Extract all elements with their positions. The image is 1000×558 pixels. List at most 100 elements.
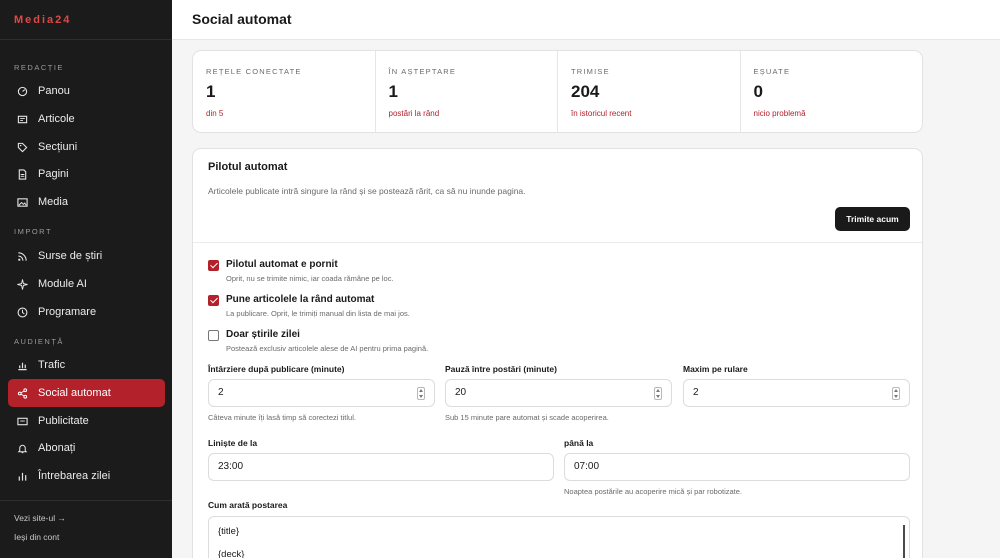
poll-icon	[17, 471, 28, 482]
stat-sub: din 5	[206, 109, 224, 118]
clock-icon	[17, 307, 28, 318]
topbar: Social automat	[172, 0, 1000, 40]
stat-value: 1	[206, 82, 216, 101]
send-now-button[interactable]: Trimite acum	[835, 207, 910, 231]
sidebar-item-social-automat[interactable]: Social automat	[8, 379, 165, 407]
max-per-run-label: Maxim pe rulare	[683, 364, 748, 374]
max-per-run-stepper[interactable]	[892, 387, 900, 400]
stats-card: REȚELE CONECTATE 1 din 5 ÎN AȘTEPTARE 1 …	[192, 50, 923, 133]
article-icon	[17, 114, 28, 125]
stat-connected-networks: REȚELE CONECTATE 1 din 5	[193, 51, 376, 132]
pause-label: Pauză între postări (minute)	[445, 364, 557, 374]
sidebar-item-label: Programare	[38, 306, 97, 318]
share-icon	[17, 387, 28, 399]
section-label-import: IMPORT	[14, 227, 53, 236]
quiet-to-label: până la	[564, 438, 594, 448]
max-per-run-input[interactable]: 2	[683, 379, 910, 407]
logout-link[interactable]: Ieși din cont	[14, 532, 59, 542]
tag-icon	[17, 142, 28, 153]
template-line-deck: {deck}	[218, 549, 245, 558]
stat-value: 1	[388, 82, 398, 101]
delay-input[interactable]: 2	[208, 379, 435, 407]
sidebar-item-sectiuni[interactable]: Secțiuni	[8, 133, 165, 161]
delay-stepper[interactable]	[417, 387, 425, 400]
stat-value: 0	[753, 82, 763, 101]
sidebar-item-programare[interactable]: Programare	[8, 298, 165, 326]
sidebar-item-label: Articole	[38, 113, 75, 125]
sidebar-item-label: Media	[38, 196, 68, 208]
stat-sub: postări la rând	[388, 109, 440, 118]
stat-label: REȚELE CONECTATE	[206, 67, 302, 76]
rss-icon	[17, 251, 28, 262]
option-help: La publicare. Oprit, le trimiți manual d…	[226, 309, 410, 318]
quiet-to-value: 07:00	[574, 461, 600, 472]
divider	[193, 242, 922, 243]
sidebar-item-label: Trafic	[38, 359, 66, 371]
page-title: Social automat	[192, 11, 292, 27]
quiet-from-value: 23:00	[218, 461, 244, 472]
pause-value: 20	[455, 387, 467, 398]
sidebar-item-surse-de-stiri[interactable]: Surse de știri	[8, 242, 165, 270]
section-label-redactie: REDACȚIE	[14, 63, 64, 72]
option-help: Postează exclusiv articolele alese de AI…	[226, 344, 429, 353]
quiet-from-input[interactable]: 23:00	[208, 453, 554, 481]
dashboard-icon	[17, 86, 28, 97]
sidebar-item-media[interactable]: Media	[8, 188, 165, 216]
sidebar-item-label: Social automat	[38, 387, 111, 399]
option-label: Pune articolele la rând automat	[226, 294, 375, 305]
brand-logo[interactable]: Media24	[0, 0, 172, 40]
stat-sent: TRIMISE 204 în istoricul recent	[558, 51, 741, 132]
sidebar-item-label: Panou	[38, 85, 70, 97]
sidebar-item-label: Pagini	[38, 168, 69, 180]
delay-value: 2	[218, 387, 224, 398]
sparkle-icon	[17, 278, 28, 290]
auto-queue-checkbox[interactable]	[208, 295, 219, 306]
sidebar-item-intrebarea-zilei[interactable]: Întrebarea zilei	[8, 462, 165, 490]
quiet-to-input[interactable]: 07:00	[564, 453, 910, 481]
top-stories-checkbox[interactable]	[208, 330, 219, 341]
sidebar-item-abonati[interactable]: Abonați	[8, 434, 165, 462]
chart-icon	[17, 360, 28, 371]
ad-icon	[17, 416, 28, 427]
pause-input[interactable]: 20	[445, 379, 672, 407]
sidebar-item-pagini[interactable]: Pagini	[8, 160, 165, 188]
sidebar-item-publicitate[interactable]: Publicitate	[8, 407, 165, 435]
sidebar-item-module-ai[interactable]: Module AI	[8, 270, 165, 298]
sidebar-item-panou[interactable]: Panou	[8, 77, 165, 105]
stat-label: ÎN AȘTEPTARE	[388, 67, 457, 76]
textarea-scrollbar[interactable]	[903, 525, 905, 558]
pause-help: Sub 15 minute pare automat și scade acop…	[445, 413, 609, 422]
stat-label: EȘUATE	[753, 67, 791, 76]
sidebar-item-label: Întrebarea zilei	[38, 470, 111, 482]
sidebar-item-label: Module AI	[38, 278, 87, 290]
quiet-from-label: Liniște de la	[208, 438, 258, 448]
sidebar: Media24 REDACȚIE Panou Articole Secțiuni…	[0, 0, 172, 558]
visit-site-link[interactable]: Vezi site-ul →	[14, 513, 66, 523]
template-label: Cum arată postarea	[208, 500, 288, 510]
autopilot-on-checkbox[interactable]	[208, 260, 219, 271]
sidebar-item-label: Abonați	[38, 442, 76, 454]
bell-icon	[17, 443, 28, 454]
panel-title: Pilotul automat	[208, 161, 288, 173]
delay-label: Întârziere după publicare (minute)	[208, 364, 345, 374]
delay-help: Câteva minute îți lasă timp să corectezi…	[208, 413, 356, 422]
panel-description: Articolele publicate intră singure la râ…	[208, 186, 526, 196]
option-label: Pilotul automat e pornit	[226, 259, 338, 270]
main-content: Social automat REȚELE CONECTATE 1 din 5 …	[172, 0, 1000, 558]
stat-sub: în istoricul recent	[571, 109, 632, 118]
sidebar-footer	[0, 500, 172, 501]
sidebar-item-articole[interactable]: Articole	[8, 105, 165, 133]
stat-failed: EȘUATE 0 nicio problemă	[741, 51, 923, 132]
post-template-textarea[interactable]: {title} {deck}	[208, 516, 910, 558]
max-per-run-value: 2	[693, 387, 699, 398]
sidebar-item-trafic[interactable]: Trafic	[8, 351, 165, 379]
quiet-to-help: Noaptea postările au acoperire mică și p…	[564, 487, 743, 496]
sidebar-item-label: Publicitate	[38, 415, 89, 427]
stat-sub: nicio problemă	[753, 109, 806, 118]
image-icon	[17, 197, 28, 208]
stat-label: TRIMISE	[571, 67, 610, 76]
autopilot-panel: Pilotul automat Articolele publicate int…	[192, 148, 923, 558]
pause-stepper[interactable]	[654, 387, 662, 400]
stat-value: 204	[571, 82, 600, 101]
template-line-title: {title}	[218, 526, 240, 537]
